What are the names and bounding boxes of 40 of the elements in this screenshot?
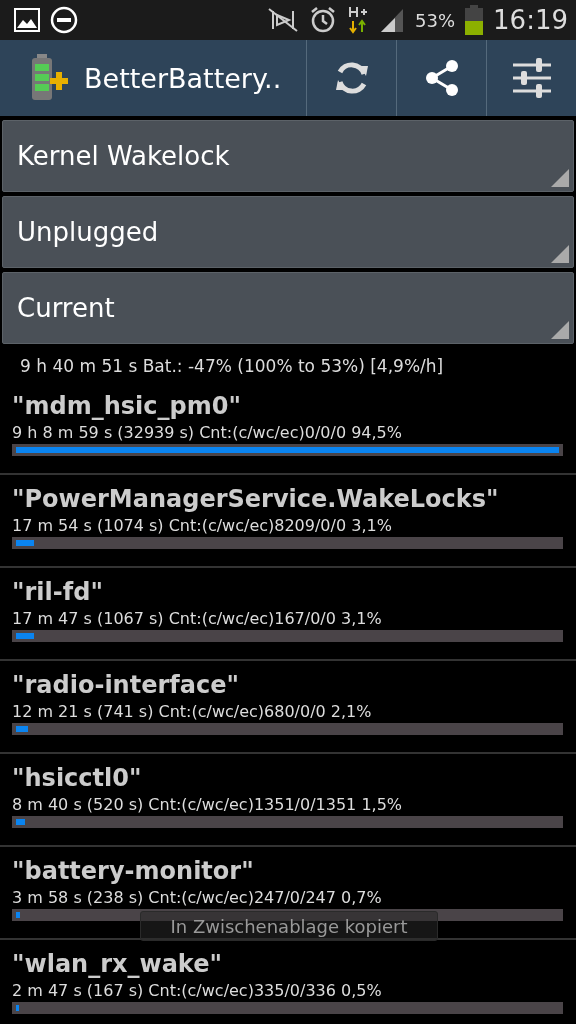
wakelock-detail: 9 h 8 m 59 s (32939 s) Cnt:(c/wc/ec)0/0/0 94,5% xyxy=(12,423,403,442)
wakelock-detail: 17 m 47 s (1067 s) Cnt:(c/wc/ec)167/0/0 3,1% xyxy=(12,609,383,628)
battery-plus-icon xyxy=(30,54,70,102)
wakelock-detail: 2 m 47 s (167 s) Cnt:(c/wc/ec)335/0/336 0,5% xyxy=(12,981,383,1000)
wakelock-name: "wlan_rx_wake" xyxy=(12,950,223,978)
wakelock-row[interactable]: "battery-monitor" 3 m 58 s (238 s) Cnt:(c/wc/ec)247/0/247 0,7% In Zwischenablage kopiert xyxy=(0,847,576,940)
wakelock-name: "mdm_hsic_pm0" xyxy=(12,392,242,420)
sliders-icon xyxy=(510,57,553,99)
wakelock-detail: 17 m 54 s (1074 s) Cnt:(c/wc/ec)8209/0/0 3,1% xyxy=(12,516,393,535)
wakelock-row[interactable]: "wlan_rx_wake" 2 m 47 s (167 s) Cnt:(c/wc/ec)335/0/336 0,5% xyxy=(0,940,576,1024)
clock: 16:19 xyxy=(493,5,568,35)
corner-triangle-icon xyxy=(551,245,569,263)
wakelock-name: "PowerManagerService.WakeLocks" xyxy=(12,485,500,513)
dropdown[interactable]: Current xyxy=(2,272,574,344)
wakelock-name: "battery-monitor" xyxy=(12,857,255,885)
wakelock-row[interactable]: "PowerManagerService.WakeLocks" 17 m 54 s (1074 s) Cnt:(c/wc/ec)8209/0/0 3,1% xyxy=(0,475,576,568)
corner-triangle-icon xyxy=(551,169,569,187)
mute-icon xyxy=(267,7,300,33)
mobile-data-icon xyxy=(347,5,370,35)
app-title: BetterBattery.. xyxy=(84,62,283,94)
wakelock-row[interactable]: "radio-interface" 12 m 21 s (741 s) Cnt:(c/wc/ec)680/0/0 2,1% xyxy=(0,661,576,754)
signal-icon xyxy=(379,7,406,33)
do-not-disturb-icon xyxy=(50,6,78,34)
battery-percentage: 53% xyxy=(415,9,456,31)
wakelock-name: "ril-fd" xyxy=(12,578,104,606)
picture-notification-icon xyxy=(14,8,40,32)
wakelock-name: "hsicctl0" xyxy=(12,764,143,792)
wakelock-detail: 8 m 40 s (520 s) Cnt:(c/wc/ec)1351/0/1351 1,5% xyxy=(12,795,404,814)
wakelock-detail: 3 m 58 s (238 s) Cnt:(c/wc/ec)247/0/247 0,7% xyxy=(12,888,383,907)
battery-icon xyxy=(465,5,484,35)
wakelock-row[interactable]: "hsicctl0" 8 m 40 s (520 s) Cnt:(c/wc/ec)1351/0/1351 1,5% xyxy=(0,754,576,847)
corner-triangle-icon xyxy=(551,321,569,339)
summary-text: 9 h 40 m 51 s Bat.: -47% (100% to 53%) [4,9%/h] xyxy=(19,355,445,378)
wakelock-detail: 12 m 21 s (741 s) Cnt:(c/wc/ec)680/0/0 2,1% xyxy=(12,702,373,721)
wakelock-row[interactable]: "mdm_hsic_pm0" 9 h 8 m 59 s (32939 s) Cnt:(c/wc/ec)0/0/0 94,5% xyxy=(0,382,576,475)
wakelock-row[interactable]: "ril-fd" 17 m 47 s (1067 s) Cnt:(c/wc/ec)167/0/0 3,1% xyxy=(0,568,576,661)
wakelock-name: "radio-interface" xyxy=(12,671,240,699)
toast: In Zwischenablage kopiert xyxy=(140,911,438,941)
dropdown[interactable]: Kernel Wakelock xyxy=(2,120,574,192)
dropdown[interactable]: Unplugged xyxy=(2,196,574,268)
